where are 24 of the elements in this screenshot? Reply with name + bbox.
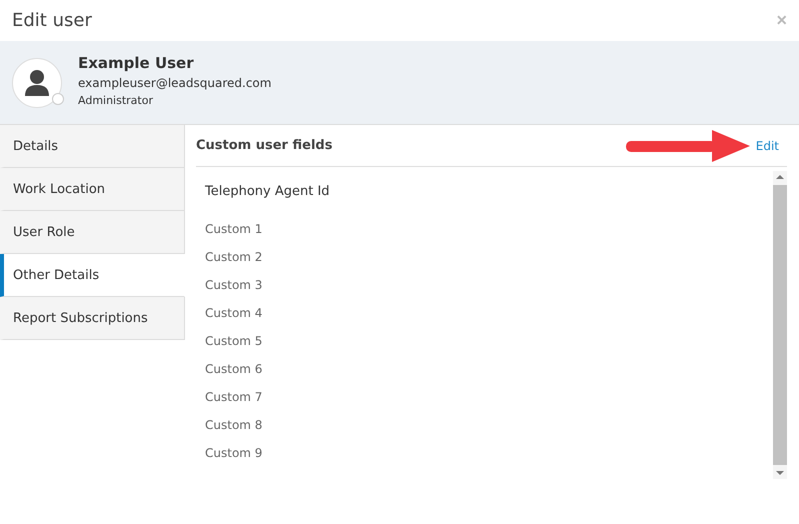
edit-link[interactable]: Edit xyxy=(756,138,779,152)
field-label: Custom 8 xyxy=(205,417,264,434)
sidebar-tab[interactable]: Work Location xyxy=(0,168,185,211)
sidebar-tab[interactable]: Details xyxy=(0,125,185,168)
panel-title: Custom user fields xyxy=(196,138,334,153)
field-label: Custom 1 xyxy=(205,221,264,238)
user-name: Example User xyxy=(78,54,195,72)
scrollbar[interactable] xyxy=(773,171,787,479)
user-email: exampleuser@leadsquared.com xyxy=(78,76,272,90)
field-label: Custom 7 xyxy=(205,389,264,406)
user-role: Administrator xyxy=(78,94,154,107)
sidebar-tab[interactable]: User Role xyxy=(0,211,185,254)
field-label: Custom 3 xyxy=(205,277,264,294)
field-label: Custom 6 xyxy=(205,361,264,378)
field-label: Telephony Agent Id xyxy=(205,182,331,200)
dialog-title: Edit user xyxy=(12,10,92,31)
sidebar-tab[interactable]: Report Subscriptions xyxy=(0,297,185,340)
user-silhouette-icon xyxy=(24,68,50,96)
field-label: Custom 4 xyxy=(205,305,264,322)
field-label: Custom 2 xyxy=(205,249,264,266)
field-label: Custom 5 xyxy=(205,333,264,350)
field-label: Custom 9 xyxy=(205,445,264,462)
sidebar-tab[interactable]: Other Details xyxy=(0,254,185,297)
arrow-icon xyxy=(624,128,752,164)
